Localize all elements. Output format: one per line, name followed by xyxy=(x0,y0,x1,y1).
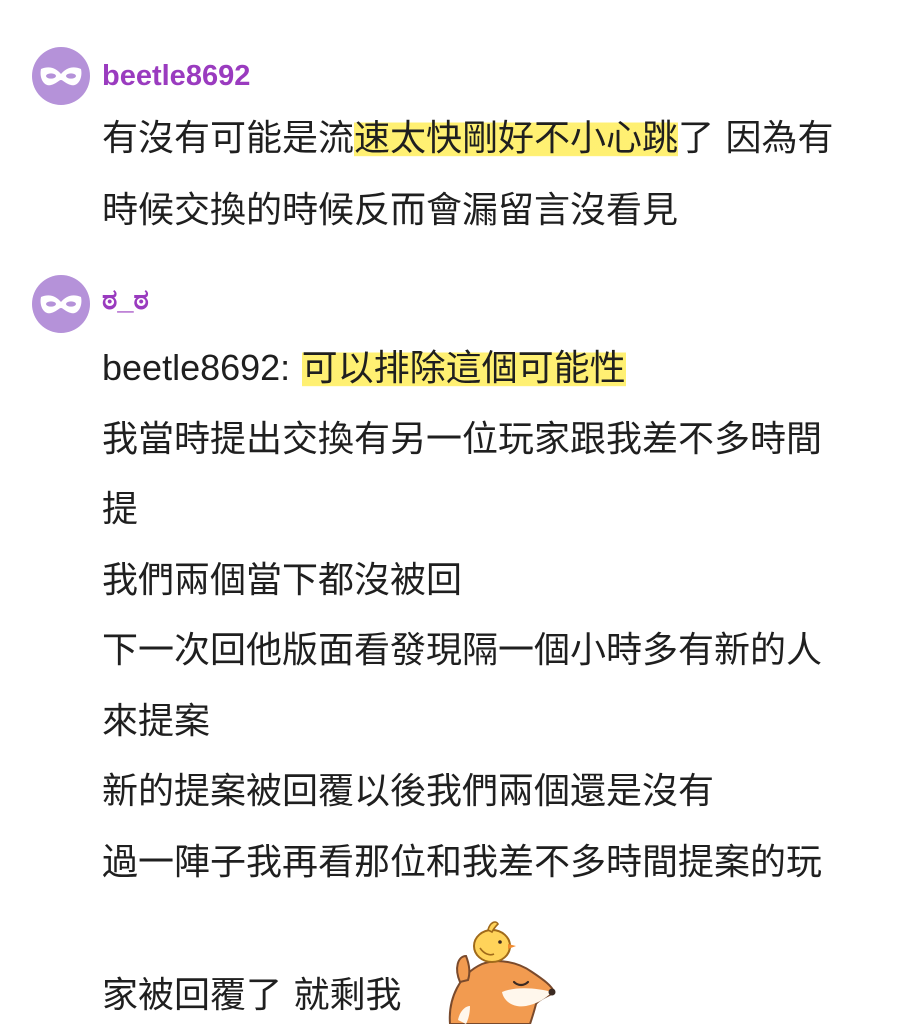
highlighted-text: 可以排除這個可能性 xyxy=(301,348,626,389)
comment-text-line: 來提案 xyxy=(102,701,211,742)
comment-text-line: 過一陣子我再看那位和我差不多時間提案的玩 xyxy=(102,842,823,883)
mask-icon xyxy=(40,67,82,86)
comment-text-line: beetle8692: 可以排除這個可能性 xyxy=(102,346,626,391)
comment-username[interactable]: ಠ_ಠ xyxy=(102,284,149,317)
comment-text-segment: 了 因為有 xyxy=(678,118,834,159)
comment-text-segment: 有沒有可能是流 xyxy=(102,118,355,159)
comment-text-line: 下一次回他版面看發現隔一個小時多有新的人 xyxy=(102,630,823,671)
user-avatar[interactable] xyxy=(32,275,90,333)
comment-text-line: 家被回覆了 就剩我 xyxy=(102,975,402,1016)
comment-username[interactable]: beetle8692 xyxy=(102,60,250,93)
fox-with-chick-sticker xyxy=(440,912,560,1025)
user-avatar[interactable] xyxy=(32,47,90,105)
highlighted-text: 速太快剛好不小心跳 xyxy=(354,118,679,159)
comment-text-line: 我當時提出交換有另一位玩家跟我差不多時間 xyxy=(102,419,823,460)
mention-link[interactable]: beetle8692: xyxy=(102,347,290,388)
comment-text-line: 新的提案被回覆以後我們兩個還是沒有 xyxy=(102,771,715,812)
mask-icon xyxy=(40,295,82,314)
comment-text-line: 時候交換的時候反而會漏留言沒看見 xyxy=(102,190,679,231)
comment-text-line: 我們兩個當下都沒被回 xyxy=(102,560,463,601)
comment-text-line: 提 xyxy=(102,489,139,530)
comment-text-line: 有沒有可能是流速太快剛好不小心跳了 因為有 xyxy=(102,117,833,161)
